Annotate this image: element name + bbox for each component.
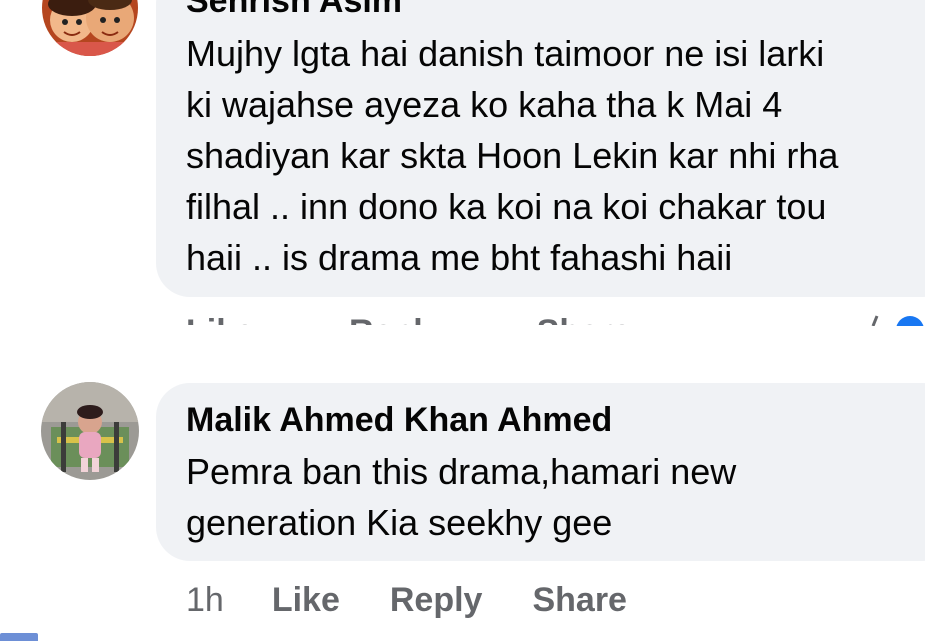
commenter-avatar[interactable]	[42, 0, 138, 56]
share-button[interactable]: Share	[532, 580, 627, 620]
like-reaction-icon	[871, 315, 924, 326]
comment-text: Pemra ban this drama,hamari new generati…	[186, 451, 737, 543]
reply-button[interactable]: Reply	[390, 580, 483, 620]
commenter-avatar[interactable]	[41, 382, 139, 480]
comment-author[interactable]: Malik Ahmed Khan Ahmed	[186, 400, 612, 440]
reaction-count[interactable]	[865, 312, 925, 326]
comment-actions: Like Reply Share	[186, 303, 925, 325]
comment-actions: 1h Like Reply Share	[186, 580, 677, 620]
cartoon-kids-avatar-icon	[42, 0, 138, 56]
like-button[interactable]: Like	[186, 313, 254, 325]
child-photo-avatar-icon	[41, 382, 139, 480]
next-avatar-edge	[0, 633, 38, 641]
reply-button[interactable]: Reply	[349, 313, 442, 325]
comment-text: Mujhy lgta hai danish taimoor ne isi lar…	[186, 33, 839, 278]
comment-author[interactable]: Sehrish Asim	[186, 0, 402, 21]
like-button[interactable]: Like	[272, 580, 340, 620]
comment-timestamp[interactable]: 1h	[186, 580, 224, 620]
share-button[interactable]: Share	[537, 313, 632, 325]
